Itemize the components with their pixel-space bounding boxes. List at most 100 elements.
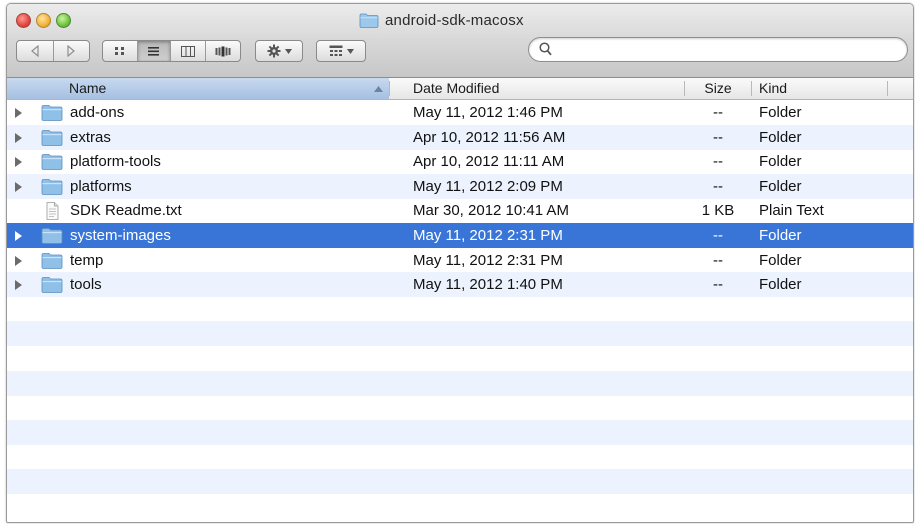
- disclosure-triangle-icon[interactable]: [15, 280, 22, 291]
- date-modified: May 11, 2012 2:31 PM: [413, 227, 563, 244]
- date-modified: May 11, 2012 2:31 PM: [413, 251, 563, 269]
- size-column-label: Size: [704, 80, 732, 96]
- file-size: --: [713, 128, 723, 146]
- list-view-icon: [148, 46, 160, 56]
- close-window-button[interactable]: [16, 13, 31, 28]
- back-arrow-icon: [30, 45, 39, 57]
- file-name: extras: [70, 128, 111, 146]
- empty-row: [7, 444, 913, 469]
- zoom-window-button[interactable]: [56, 13, 71, 28]
- disclosure-triangle-icon[interactable]: [15, 181, 22, 192]
- file-name: temp: [70, 251, 104, 269]
- file-list-row[interactable]: extras Apr 10, 2012 11:56 AM -- Folder: [7, 124, 913, 150]
- name-column-label: Name: [69, 80, 107, 96]
- file-name: platform-tools: [70, 153, 161, 171]
- file-kind: Folder: [759, 276, 802, 294]
- file-list: add-ons May 11, 2012 1:46 PM -- Folder extra…: [7, 100, 913, 522]
- folder-icon: [41, 252, 63, 269]
- disclosure-triangle-icon[interactable]: [15, 255, 22, 266]
- action-menu-button[interactable]: [255, 40, 303, 62]
- search-icon: [539, 42, 552, 56]
- file-list-row[interactable]: SDK Readme.txt Mar 30, 2012 10:41 AM 1 KB P…: [7, 198, 913, 223]
- forward-button[interactable]: [54, 41, 90, 61]
- empty-row: [7, 494, 913, 519]
- empty-row: [7, 297, 913, 322]
- folder-icon: [41, 178, 63, 195]
- file-kind: Plain Text: [759, 202, 824, 220]
- minimize-window-button[interactable]: [36, 13, 51, 28]
- file-size: --: [713, 227, 723, 244]
- folder-icon: [41, 105, 63, 121]
- folder-icon: [41, 277, 63, 294]
- file-list-row[interactable]: platforms May 11, 2012 2:09 PM -- Folder: [7, 173, 913, 199]
- list-view-button[interactable]: [137, 41, 172, 61]
- icon-view-button[interactable]: [103, 41, 138, 61]
- file-kind: Folder: [759, 128, 802, 146]
- file-size: --: [713, 251, 723, 269]
- file-size: --: [713, 177, 723, 195]
- search-input[interactable]: [557, 40, 901, 61]
- disclosure-triangle-icon[interactable]: [15, 231, 22, 241]
- file-list-row[interactable]: temp May 11, 2012 2:31 PM -- Folder: [7, 248, 913, 273]
- size-column-header[interactable]: Size: [685, 78, 751, 99]
- icon-view-icon: [114, 46, 124, 55]
- date-modified-column-header[interactable]: Date Modified: [390, 78, 684, 99]
- file-kind: Folder: [759, 251, 802, 269]
- kind-column-label: Kind: [759, 80, 788, 96]
- sort-ascending-icon: [374, 86, 383, 92]
- file-name: add-ons: [70, 104, 125, 121]
- empty-row: [7, 419, 913, 445]
- view-mode-segmented-control: [102, 40, 241, 62]
- navigation-buttons: [16, 40, 90, 62]
- cover-flow-icon: [215, 46, 231, 56]
- gear-icon: [267, 44, 280, 58]
- column-header: Name Date Modified Size Kind: [7, 78, 913, 100]
- file-list-row[interactable]: platform-tools Apr 10, 2012 11:11 AM -- Fol…: [7, 149, 913, 174]
- arrange-icon: [329, 45, 342, 56]
- file-size: --: [713, 153, 723, 171]
- date-modified: May 11, 2012 2:09 PM: [413, 177, 563, 195]
- arrange-menu-content: [317, 41, 365, 61]
- date-modified: May 11, 2012 1:46 PM: [413, 104, 563, 121]
- column-view-button[interactable]: [171, 41, 206, 61]
- date-modified: Mar 30, 2012 10:41 AM: [413, 202, 569, 220]
- file-size: 1 KB: [701, 202, 735, 220]
- disclosure-triangle-icon[interactable]: [15, 108, 22, 118]
- chevron-down-icon: [346, 48, 354, 54]
- folder-icon: [41, 129, 63, 146]
- window-title: android-sdk-macosx: [385, 11, 524, 29]
- file-list-row[interactable]: add-ons May 11, 2012 1:46 PM -- Folder: [7, 100, 913, 125]
- file-size: --: [713, 276, 723, 294]
- forward-arrow-icon: [67, 45, 76, 57]
- file-kind: Folder: [759, 153, 802, 171]
- folder-icon: [41, 154, 63, 171]
- search-field[interactable]: [528, 37, 908, 62]
- file-size: --: [713, 104, 723, 121]
- empty-row: [7, 469, 913, 494]
- date-column-label: Date Modified: [413, 80, 500, 96]
- empty-row: [7, 321, 913, 347]
- text-document-icon: [46, 202, 59, 221]
- file-name: platforms: [70, 177, 132, 195]
- chevron-down-icon: [284, 48, 292, 54]
- cover-flow-view-button[interactable]: [206, 41, 240, 61]
- kind-column-header[interactable]: Kind: [752, 78, 887, 99]
- file-kind: Folder: [759, 104, 802, 121]
- disclosure-triangle-icon[interactable]: [15, 157, 22, 168]
- column-view-icon: [180, 45, 195, 57]
- date-modified: Apr 10, 2012 11:56 AM: [413, 128, 566, 146]
- action-menu-content: [256, 41, 302, 61]
- empty-row: [7, 370, 913, 396]
- file-kind: Folder: [759, 227, 802, 244]
- file-name: SDK Readme.txt: [70, 202, 182, 220]
- file-name: tools: [70, 276, 102, 294]
- name-column-header[interactable]: Name: [7, 78, 389, 99]
- back-button[interactable]: [17, 41, 54, 61]
- toolbar: android-sdk-macosx: [7, 4, 913, 78]
- empty-row: [7, 346, 913, 371]
- file-list-row[interactable]: system-images May 11, 2012 2:31 PM -- Folde…: [7, 223, 913, 248]
- disclosure-triangle-icon[interactable]: [15, 132, 22, 143]
- file-list-row[interactable]: tools May 11, 2012 1:40 PM -- Folder: [7, 272, 913, 298]
- column-divider[interactable]: [887, 81, 888, 96]
- arrange-menu-button[interactable]: [316, 40, 366, 62]
